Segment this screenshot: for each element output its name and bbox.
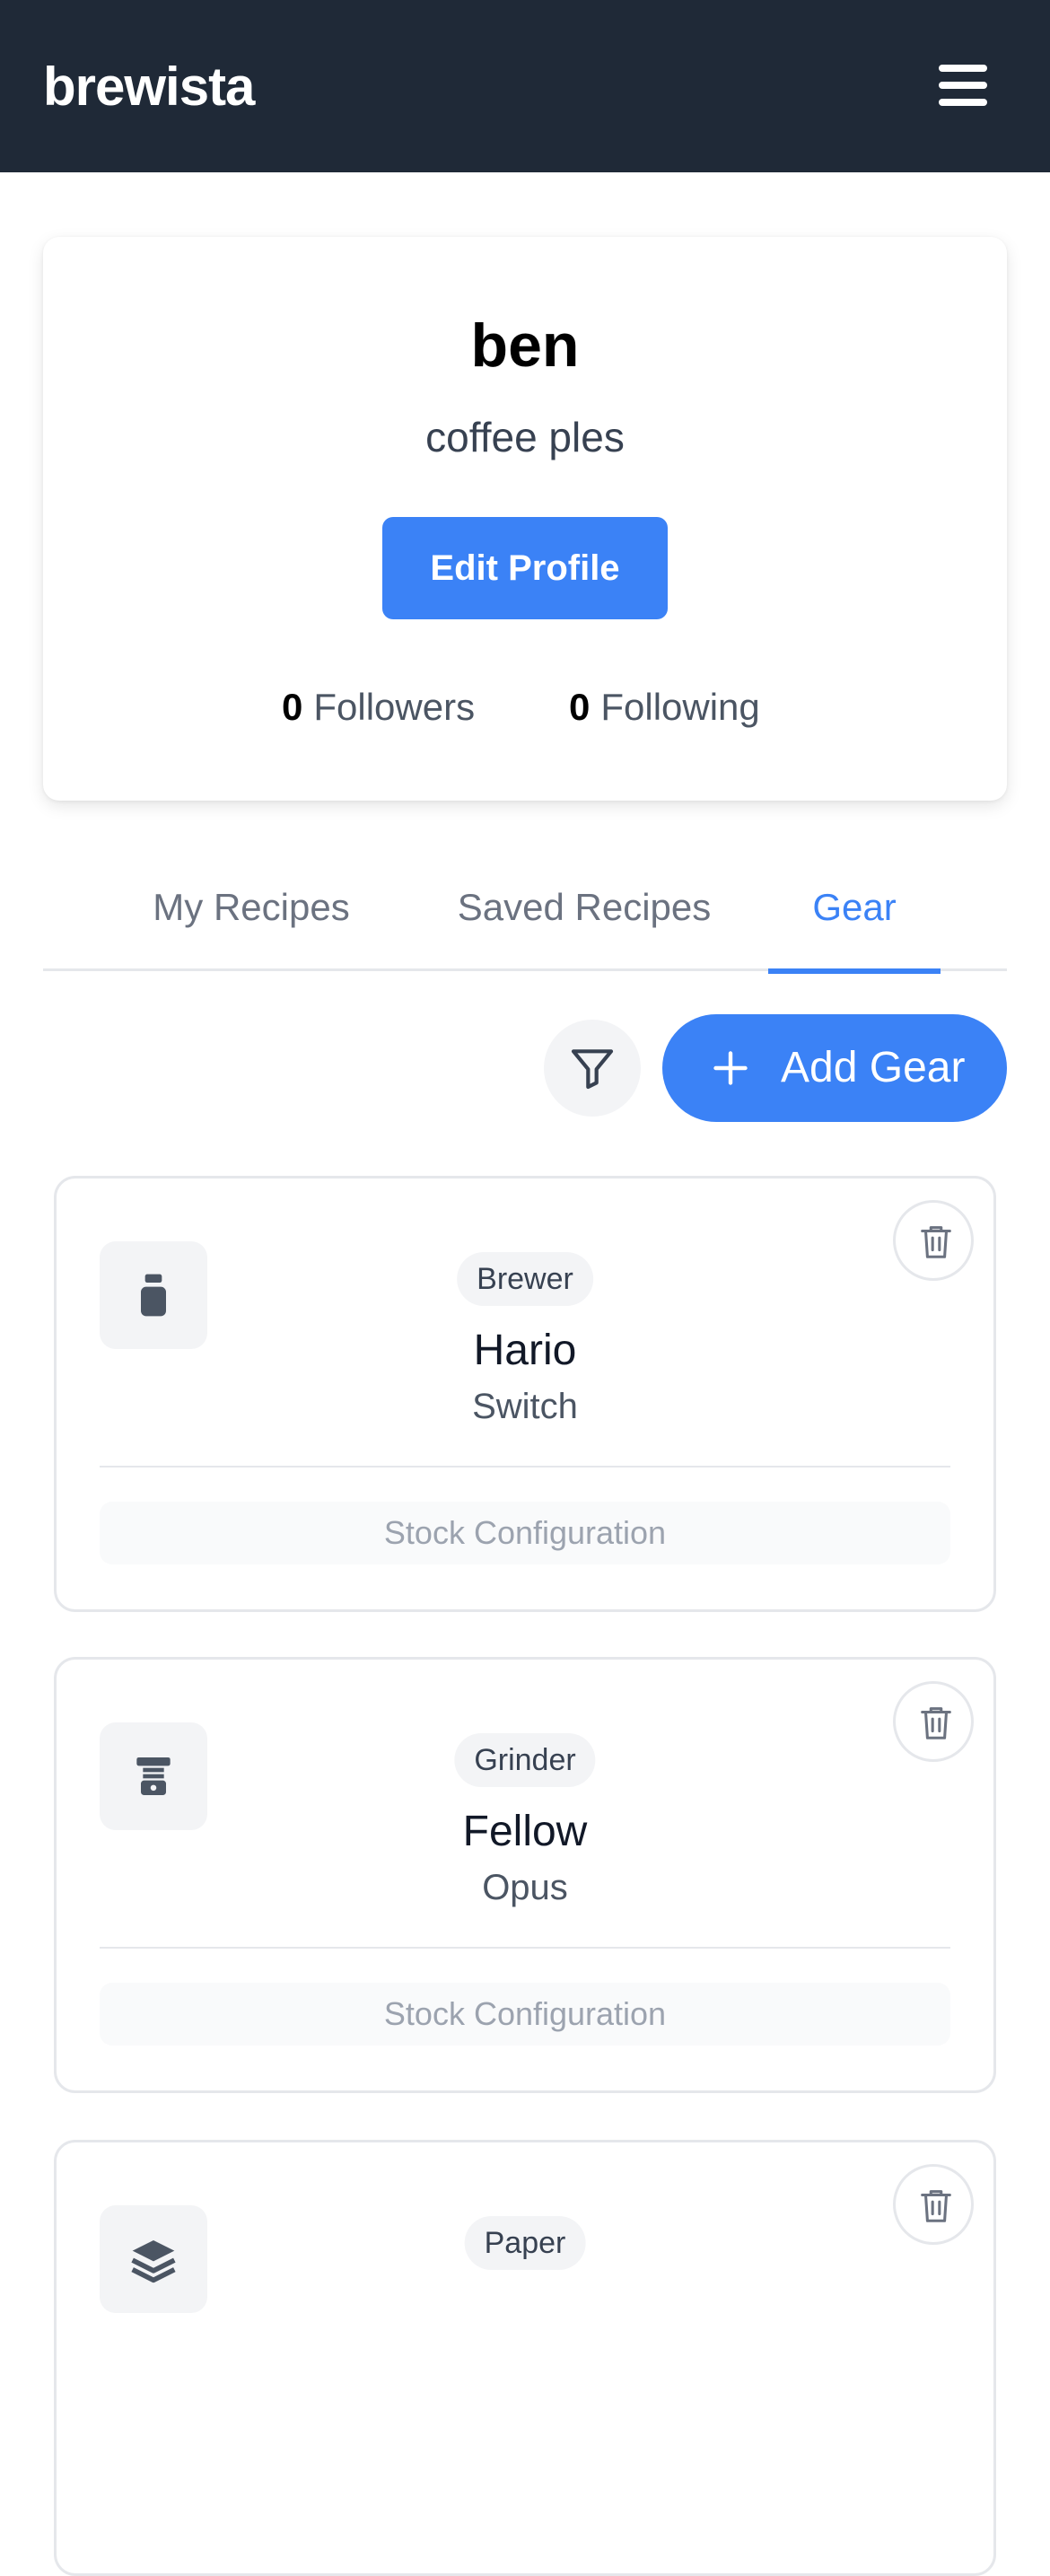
tab-my-recipes[interactable]: My Recipes [144, 880, 359, 971]
gear-icon-tile [100, 2205, 207, 2313]
add-gear-label: Add Gear [781, 1044, 966, 1091]
layers-icon [131, 2240, 176, 2283]
profile-bio: coffee ples [425, 414, 625, 460]
delete-gear-button[interactable] [893, 1200, 974, 1281]
trash-icon [921, 1707, 951, 1739]
plus-icon [713, 1051, 748, 1085]
gear-brand: Hario [473, 1327, 577, 1374]
add-gear-button[interactable]: Add Gear [662, 1014, 1007, 1122]
followers-label: Followers [313, 686, 476, 728]
gear-type-badge: Grinder [454, 1733, 596, 1787]
funnel-icon [571, 1049, 614, 1090]
grinder-icon [136, 1757, 171, 1795]
trash-icon [921, 2190, 951, 2222]
edit-profile-button[interactable]: Edit Profile [382, 517, 668, 619]
gear-model: Opus [482, 1868, 568, 1907]
divider [100, 1947, 950, 1949]
trash-icon [921, 1226, 951, 1258]
delete-gear-button[interactable] [893, 1681, 974, 1762]
gear-card[interactable]: Paper [54, 2140, 996, 2576]
tab-gear[interactable]: Gear [768, 880, 941, 974]
brand-logo[interactable]: brewista [43, 56, 255, 118]
following-label: Following [600, 686, 760, 728]
gear-model: Switch [472, 1387, 578, 1426]
following-stat[interactable]: 0 Following [569, 686, 760, 729]
profile-username: ben [470, 311, 580, 380]
gear-type-badge: Paper [464, 2216, 586, 2270]
profile-card: ben coffee ples Edit Profile 0 Followers … [43, 237, 1007, 801]
followers-count: 0 [282, 686, 303, 728]
filter-button[interactable] [544, 1020, 641, 1117]
brewer-icon [141, 1274, 166, 1317]
gear-configuration[interactable]: Stock Configuration [100, 1502, 950, 1564]
gear-configuration[interactable]: Stock Configuration [100, 1983, 950, 2046]
following-count: 0 [569, 686, 591, 728]
gear-type-badge: Brewer [457, 1252, 593, 1306]
gear-brand: Fellow [462, 1808, 588, 1855]
hamburger-menu-icon[interactable] [939, 63, 987, 108]
top-nav-bar: brewista [0, 0, 1050, 172]
tab-saved-recipes[interactable]: Saved Recipes [452, 880, 716, 971]
divider [100, 1466, 950, 1468]
profile-tabs: My Recipes Saved Recipes Gear [43, 880, 1007, 974]
followers-stat[interactable]: 0 Followers [282, 686, 475, 729]
delete-gear-button[interactable] [893, 2164, 974, 2245]
gear-card[interactable]: Brewer Hario Switch Stock Configuration [54, 1176, 996, 1612]
gear-card[interactable]: Grinder Fellow Opus Stock Configuration [54, 1657, 996, 2093]
